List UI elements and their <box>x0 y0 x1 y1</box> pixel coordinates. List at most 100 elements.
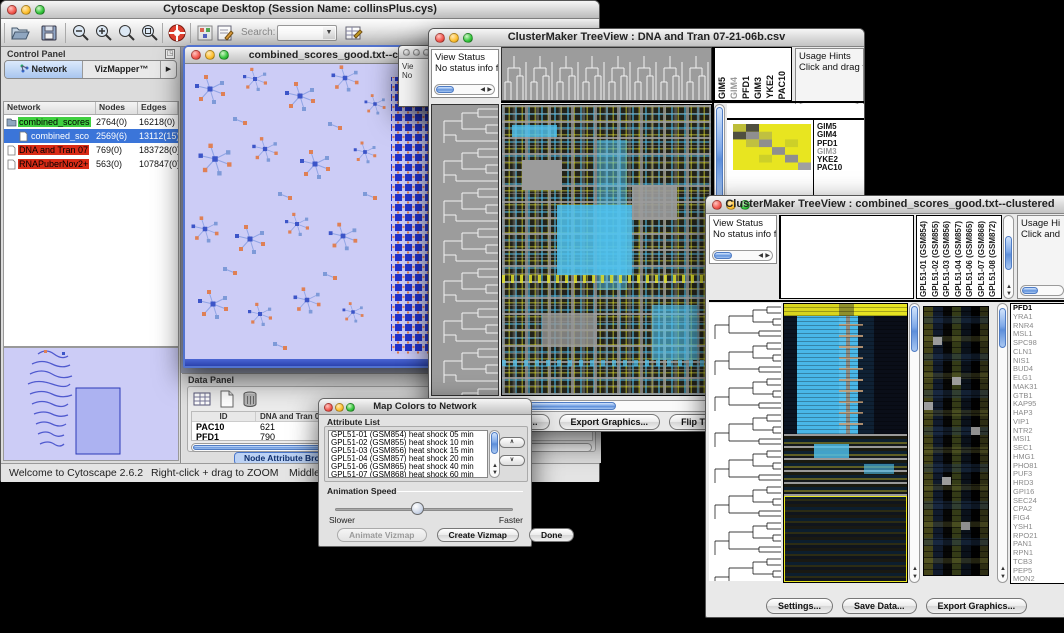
control-panel: Control Panel ◳ Network VizMapper™ ▶ Net… <box>1 47 181 463</box>
network-name: DNA and Tran 07 <box>18 145 89 155</box>
view-status-scrollbar[interactable]: ◀▶ <box>712 250 773 261</box>
slider-thumb[interactable] <box>411 502 424 515</box>
network-rows: combined_scores 2764(0) 16218(0) combine… <box>4 115 178 171</box>
network-list-header[interactable]: NetworkNodesEdges <box>4 102 178 115</box>
column-label[interactable]: GPL51-01 (GSM854) <box>919 221 931 297</box>
column-label[interactable]: GPL51-08 (GSM872) <box>988 221 1000 297</box>
view-status-heading: View Status <box>713 218 773 229</box>
document-icon <box>7 145 16 156</box>
animation-speed-slider[interactable] <box>335 508 513 511</box>
row-dendrogram[interactable] <box>709 303 781 581</box>
close-icon[interactable] <box>403 49 410 56</box>
usage-hints-text: Click and drag to <box>799 62 860 73</box>
attribute-list-scrollbar[interactable]: ▲▼ <box>489 430 500 478</box>
network-name: RNAPuberNov2+ <box>18 159 89 169</box>
new-attribute-icon[interactable] <box>216 389 236 409</box>
attribute-row-id: PAC10 <box>192 422 256 432</box>
column-label[interactable]: GPL51-03 (GSM856) <box>942 221 954 297</box>
tab-overflow-button[interactable]: ▶ <box>161 61 176 78</box>
attribute-list-group: GPL51-01 (GSM854) heat shock 05 minGPL51… <box>324 426 528 482</box>
treeview2-button[interactable]: Save Data... <box>842 598 917 614</box>
open-session-icon[interactable] <box>10 23 30 43</box>
attribute-list-item[interactable]: GPL51-07 (GSM868) heat shock 60 min <box>329 471 487 478</box>
treeview2-titlebar[interactable]: ClusterMaker TreeView : combined_scores_… <box>706 196 1064 214</box>
gene-label[interactable]: PAC10 <box>817 164 842 172</box>
column-dendrogram[interactable] <box>501 47 712 101</box>
dialog-button[interactable]: Done <box>529 528 574 542</box>
column-label[interactable]: GIM5 <box>717 77 729 99</box>
network-row[interactable]: combined_sco 2569(6) 13112(15) <box>4 129 178 143</box>
treeview1-titlebar[interactable]: ClusterMaker TreeView : DNA and Tran 07-… <box>429 29 864 47</box>
tab-network[interactable]: Network <box>5 61 83 78</box>
help-icon[interactable] <box>167 23 187 43</box>
view-status-text: No status info f <box>435 63 495 74</box>
column-label[interactable]: PAC10 <box>777 71 789 99</box>
vizmapper-icon[interactable] <box>195 23 215 43</box>
document-icon <box>19 131 28 142</box>
annotation-icon[interactable] <box>215 23 235 43</box>
usage-hints-scrollbar[interactable] <box>1020 285 1064 296</box>
column-dendrogram[interactable] <box>779 215 914 299</box>
column-label[interactable]: PFD1 <box>741 76 753 99</box>
attribute-row-id: PFD1 <box>192 432 256 442</box>
chevron-down-icon[interactable]: ▼ <box>323 27 335 39</box>
background-window-text: VieNo <box>402 62 413 80</box>
column-label[interactable]: GPL51-04 (GSM857) <box>954 221 966 297</box>
minimize-icon[interactable] <box>205 50 215 60</box>
move-down-button[interactable]: ∨ <box>499 455 525 466</box>
gene-list-scrollbar[interactable]: ▲▼ <box>997 303 1008 583</box>
attribute-select-icon[interactable] <box>192 389 212 409</box>
slower-label: Slower <box>329 515 355 525</box>
network-row[interactable]: RNAPuberNov2+ 563(0) 107847(0) <box>4 157 178 171</box>
search-input[interactable] <box>279 27 323 39</box>
heatmap[interactable] <box>501 104 712 396</box>
zoom-out-icon[interactable] <box>71 23 91 43</box>
zoom-in-icon[interactable] <box>94 23 114 43</box>
gene-list: PFD1YRA1RNR4MSL1SPC98CLN1NIS1BUD4ELG1MAK… <box>1010 303 1064 584</box>
network-edges-count: 13112(15) <box>139 131 179 141</box>
dialog-button[interactable]: Create Vizmap <box>437 528 519 542</box>
zoom-selected-icon[interactable] <box>117 23 137 43</box>
network-row[interactable]: DNA and Tran 07 769(0) 183728(0) <box>4 143 178 157</box>
view-status-scrollbar[interactable]: ◀▶ <box>434 84 495 95</box>
treeview1-button[interactable]: Export Graphics... <box>559 414 661 430</box>
delete-attribute-icon[interactable] <box>240 389 260 409</box>
treeview2-button[interactable]: Export Graphics... <box>926 598 1028 614</box>
column-label[interactable]: YKE2 <box>765 75 777 99</box>
view-status-panel: View Status No status info f ◀▶ <box>709 215 777 264</box>
float-panel-icon[interactable]: ◳ <box>165 49 175 59</box>
network-row[interactable]: combined_scores 2764(0) 16218(0) <box>4 115 178 129</box>
network-edges-count: 16218(0) <box>139 117 179 127</box>
network-nodes-count: 2569(6) <box>96 131 139 141</box>
dialog-titlebar[interactable]: Map Colors to Network <box>319 399 531 415</box>
main-titlebar[interactable]: Cytoscape Desktop (Session Name: collins… <box>1 1 599 19</box>
similarity-matrix[interactable] <box>733 124 811 170</box>
birdseye-view[interactable] <box>3 347 179 461</box>
row-dendrogram[interactable] <box>431 104 499 396</box>
network-name: combined_sco <box>30 131 90 141</box>
treeview2-button[interactable]: Settings... <box>766 598 833 614</box>
minimize-icon[interactable] <box>413 49 420 56</box>
column-label[interactable]: GIM3 <box>753 77 765 99</box>
column-labels-scrollbar[interactable]: ▲▼ <box>1003 215 1014 299</box>
gene-label[interactable]: MON2 <box>1013 575 1064 584</box>
zoom-heatmap[interactable] <box>923 306 989 576</box>
treeview1-title: ClusterMaker TreeView : DNA and Tran 07-… <box>429 31 864 43</box>
heatmap[interactable] <box>783 303 908 583</box>
move-up-button[interactable]: ∧ <box>499 437 525 448</box>
dialog-button[interactable]: Animate Vizmap <box>337 528 427 542</box>
tab-vizmapper[interactable]: VizMapper™ <box>83 61 161 78</box>
save-session-icon[interactable] <box>39 23 59 43</box>
column-label[interactable]: GPL51-07 (GSM868) <box>977 221 989 297</box>
column-label[interactable]: GPL51-02 (GSM855) <box>931 221 943 297</box>
usage-hints-heading: Usage Hi <box>1021 218 1064 229</box>
heatmap-selection <box>784 496 907 582</box>
divider <box>397 491 523 492</box>
column-label[interactable]: GIM4 <box>729 77 741 99</box>
column-label[interactable]: GPL51-06 (GSM865) <box>965 221 977 297</box>
view-status-heading: View Status <box>435 52 495 63</box>
zoom-fit-icon[interactable] <box>140 23 160 43</box>
plugins-icon[interactable] <box>343 23 363 43</box>
close-icon[interactable] <box>191 50 201 60</box>
heatmap-vertical-scrollbar[interactable]: ▲▼ <box>909 303 920 583</box>
